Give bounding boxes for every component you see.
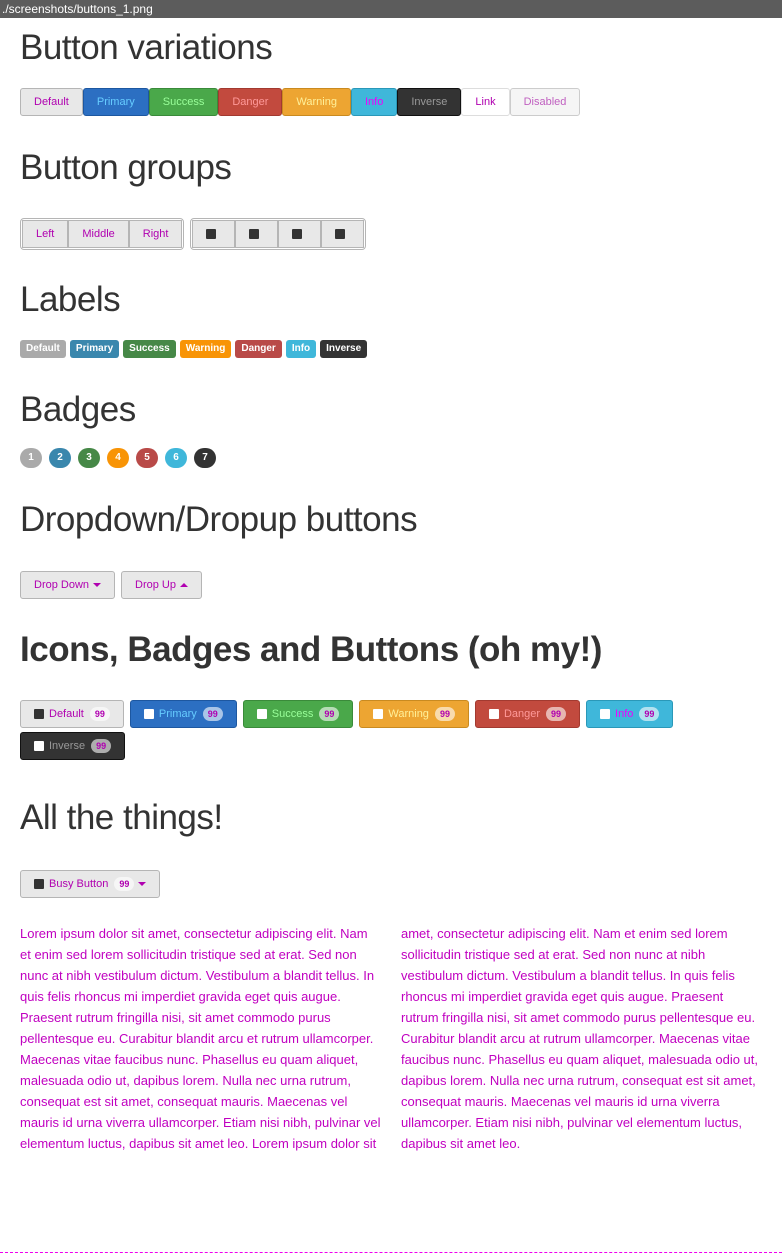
divider [0, 1252, 782, 1253]
drop-up-button[interactable]: Drop Up [121, 571, 202, 599]
section-heading-badges: Badges [20, 390, 136, 429]
badge-warning: 4 [107, 448, 129, 468]
chevron-up-icon [180, 583, 188, 588]
count-badge: 99 [114, 877, 135, 891]
icon-inverse-label: Inverse [49, 740, 86, 752]
section-heading-variations: Button variations [20, 28, 273, 67]
star-icon [373, 709, 384, 720]
text-button-group: Left Middle Right [20, 218, 185, 250]
right-align-icon [292, 229, 303, 240]
middle-button[interactable]: Middle [68, 220, 129, 248]
label-success: Success [123, 340, 176, 358]
count-badge: 99 [91, 739, 112, 753]
button-groups-row: Left Middle Right [20, 218, 367, 250]
count-badge: 99 [546, 707, 567, 721]
star-icon [600, 709, 611, 720]
icon-button-group [190, 218, 367, 250]
icon-warning-label: Warning [388, 708, 429, 720]
badge-default: 1 [20, 448, 42, 468]
danger-button[interactable]: Danger [218, 88, 283, 116]
label-primary: Primary [69, 340, 120, 358]
busy-button-label: Busy Button [49, 878, 109, 890]
badge-primary: 2 [49, 448, 71, 468]
button-variations-row: Default Primary Success Danger Warning I… [20, 88, 581, 116]
link-button[interactable]: Link [461, 88, 510, 116]
justify-icon [335, 229, 346, 240]
drop-down-button[interactable]: Drop Down [20, 571, 116, 599]
badge-danger: 5 [136, 448, 158, 468]
left-button[interactable]: Left [22, 220, 69, 248]
busy-button[interactable]: Busy Button 99 [20, 870, 161, 898]
label-info: Info [285, 340, 317, 358]
all-things-row: Busy Button 99 [20, 870, 161, 898]
badge-inverse: 7 [194, 448, 216, 468]
icon-buttons-row: Default 99 Primary 99 Success 99 Warning 99 … [20, 700, 762, 764]
icon-success-label: Success [271, 708, 314, 720]
label-default: Default [20, 340, 66, 358]
count-badge: 99 [639, 707, 660, 721]
count-badge: 99 [89, 707, 110, 721]
disabled-button: Disabled [509, 88, 581, 116]
icon-default-button[interactable]: Default 99 [20, 700, 124, 728]
star-icon [143, 709, 154, 720]
info-button[interactable]: Info [350, 88, 398, 116]
icon-primary-button[interactable]: Primary 99 [129, 700, 237, 728]
icon-danger-label: Danger [503, 708, 541, 720]
icon-info-button[interactable]: Info 99 [586, 700, 674, 728]
icon-warning-button[interactable]: Warning 99 [359, 700, 469, 728]
chevron-down-icon [138, 882, 147, 887]
section-heading-all: All the things! [20, 798, 223, 837]
label-warning: Warning [179, 340, 232, 358]
primary-button[interactable]: Primary [82, 88, 149, 116]
badge-info: 6 [165, 448, 187, 468]
star-icon [34, 879, 44, 890]
count-badge: 99 [434, 707, 455, 721]
default-button[interactable]: Default [20, 88, 83, 116]
section-heading-dropdowns: Dropdown/Dropup buttons [20, 500, 418, 539]
success-button[interactable]: Success [148, 88, 219, 116]
warning-button[interactable]: Warning [282, 88, 351, 116]
section-heading-labels: Labels [20, 280, 121, 319]
align-justify-button[interactable] [321, 220, 365, 248]
icon-danger-button[interactable]: Danger 99 [474, 700, 581, 728]
star-icon [256, 709, 267, 720]
icon-success-button[interactable]: Success 99 [242, 700, 354, 728]
align-left-button[interactable] [192, 220, 236, 248]
section-heading-groups: Button groups [20, 148, 232, 187]
icon-primary-label: Primary [158, 708, 197, 720]
center-align-icon [249, 229, 260, 240]
icon-info-label: Info [615, 708, 634, 720]
star-icon [34, 709, 44, 720]
drop-up-label: Drop Up [135, 579, 176, 591]
star-icon [488, 709, 499, 720]
star-icon [34, 741, 44, 752]
dropdowns-row: Drop Down Drop Up [20, 571, 202, 599]
label-inverse: Inverse [320, 340, 368, 358]
inverse-button[interactable]: Inverse [397, 88, 462, 116]
align-right-button[interactable] [278, 220, 322, 248]
left-align-icon [206, 229, 217, 240]
label-danger: Danger [235, 340, 282, 358]
right-button[interactable]: Right [128, 220, 183, 248]
chevron-down-icon [93, 583, 102, 588]
align-center-button[interactable] [235, 220, 279, 248]
badges-row: 1 2 3 4 5 6 7 [20, 448, 223, 468]
icon-default-label: Default [49, 708, 84, 720]
lorem-paragraph: Lorem ipsum dolor sit amet, consectetur … [20, 926, 759, 1151]
badge-success: 3 [78, 448, 100, 468]
section-heading-icons: Icons, Badges and Buttons (oh my!) [20, 630, 602, 669]
drop-down-label: Drop Down [34, 579, 90, 591]
count-badge: 99 [319, 707, 340, 721]
labels-row: Default Primary Success Warning Danger I… [20, 340, 371, 358]
icon-inverse-button[interactable]: Inverse 99 [20, 732, 126, 760]
count-badge: 99 [202, 707, 223, 721]
window-title: ./screenshots/buttons_1.png [0, 0, 782, 18]
